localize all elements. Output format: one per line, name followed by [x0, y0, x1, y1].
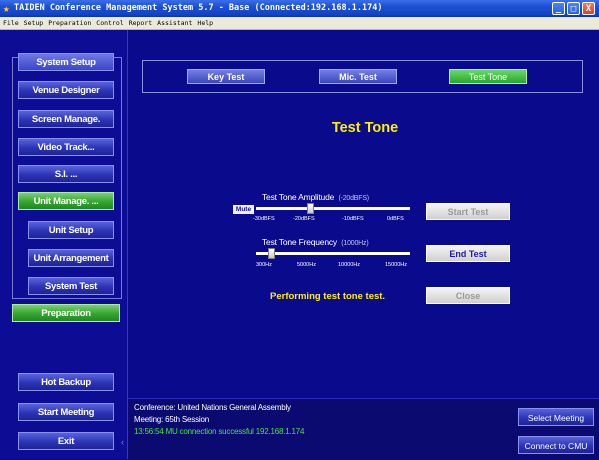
sidebar-divider	[127, 30, 128, 459]
amplitude-slider-thumb[interactable]	[307, 203, 314, 214]
frequency-slider-track[interactable]	[256, 252, 410, 255]
minimize-button[interactable]: _	[552, 2, 565, 15]
menu-report[interactable]: Report	[129, 19, 152, 27]
app-logo-icon: ★	[3, 2, 10, 15]
sidebar-item-si[interactable]: S.I. ...	[18, 165, 114, 183]
frequency-tick: 15000Hz	[385, 262, 408, 268]
connection-status: 13:56:54 MU connection successful 192.16…	[134, 427, 305, 436]
test-tabs-panel: Key Test Mic. Test Test Tone	[142, 60, 583, 93]
select-meeting-button[interactable]: Select Meeting	[518, 408, 594, 426]
sidebar-item-unit-arrangement[interactable]: Unit Arrangement	[28, 249, 114, 267]
maximize-button[interactable]: □	[567, 2, 580, 15]
frequency-slider-thumb[interactable]	[267, 248, 275, 259]
tab-mic-test[interactable]: Mic. Test	[319, 69, 397, 84]
sidebar-item-video-track[interactable]: Video Track...	[18, 138, 114, 156]
menu-help[interactable]: Help	[197, 19, 213, 27]
connect-to-cmu-button[interactable]: Connect to CMU	[518, 436, 594, 454]
sidebar-item-unit-manage[interactable]: Unit Manage. ...	[18, 192, 114, 210]
conference-name: Conference: United Nations General Assem…	[134, 403, 291, 412]
meeting-name: Meeting: 65th Session	[134, 415, 209, 424]
end-test-button[interactable]: End Test	[426, 245, 510, 262]
tab-test-tone[interactable]: Test Tone	[449, 69, 527, 84]
sidebar-item-unit-setup[interactable]: Unit Setup	[28, 221, 114, 239]
frequency-tick: 5000Hz	[297, 262, 316, 268]
title-bar: ★ TAIDEN Conference Management System 5.…	[0, 0, 599, 17]
window-title: TAIDEN Conference Management System 5.7 …	[14, 3, 383, 13]
amplitude-tick: 0dBFS	[387, 216, 404, 222]
sidebar-item-system-test[interactable]: System Test	[28, 277, 114, 295]
sidebar-item-venue-designer[interactable]: Venue Designer	[18, 81, 114, 99]
frequency-tick: 300Hz	[256, 262, 272, 268]
amplitude-tick: -30dBFS	[253, 216, 275, 222]
menu-setup[interactable]: Setup	[24, 19, 44, 27]
amplitude-tick: -20dBFS	[293, 216, 315, 222]
frequency-label: Test Tone Frequency (1000Hz)	[262, 237, 369, 247]
sidebar-item-screen-manage[interactable]: Screen Manage.	[18, 110, 114, 128]
menu-preparation[interactable]: Preparation	[48, 19, 91, 27]
amplitude-current-value: (-20dBFS)	[338, 195, 369, 202]
status-message: Performing test tone test.	[270, 291, 386, 302]
menu-bar: File Setup Preparation Control Report Assista…	[0, 17, 599, 30]
close-window-button[interactable]: X	[582, 2, 595, 15]
start-meeting-button[interactable]: Start Meeting	[18, 403, 114, 421]
frequency-current-value: (1000Hz)	[341, 240, 369, 247]
frequency-tick: 10000Hz	[338, 262, 361, 268]
hot-backup-button[interactable]: Hot Backup	[18, 373, 114, 391]
start-test-button[interactable]: Start Test	[426, 203, 510, 220]
tab-system-setup[interactable]: System Setup	[18, 53, 114, 71]
amplitude-tick: -10dBFS	[342, 216, 364, 222]
exit-button[interactable]: Exit	[18, 432, 114, 450]
tab-preparation[interactable]: Preparation	[12, 304, 120, 322]
menu-control[interactable]: Control	[96, 19, 123, 27]
menu-file[interactable]: File	[3, 19, 19, 27]
collapse-sidebar-icon[interactable]: ‹	[121, 437, 124, 447]
amplitude-slider-track[interactable]	[256, 207, 410, 210]
amplitude-label-text: Test Tone Amplitude	[262, 192, 335, 202]
page-title: Test Tone	[331, 120, 399, 136]
mute-button[interactable]: Mute	[233, 205, 254, 214]
menu-assistant[interactable]: Assistant	[157, 19, 192, 27]
frequency-label-text: Test Tone Frequency	[262, 237, 337, 247]
close-button[interactable]: Close	[426, 287, 510, 304]
tab-key-test[interactable]: Key Test	[187, 69, 265, 84]
amplitude-label: Test Tone Amplitude (-20dBFS)	[262, 192, 369, 202]
